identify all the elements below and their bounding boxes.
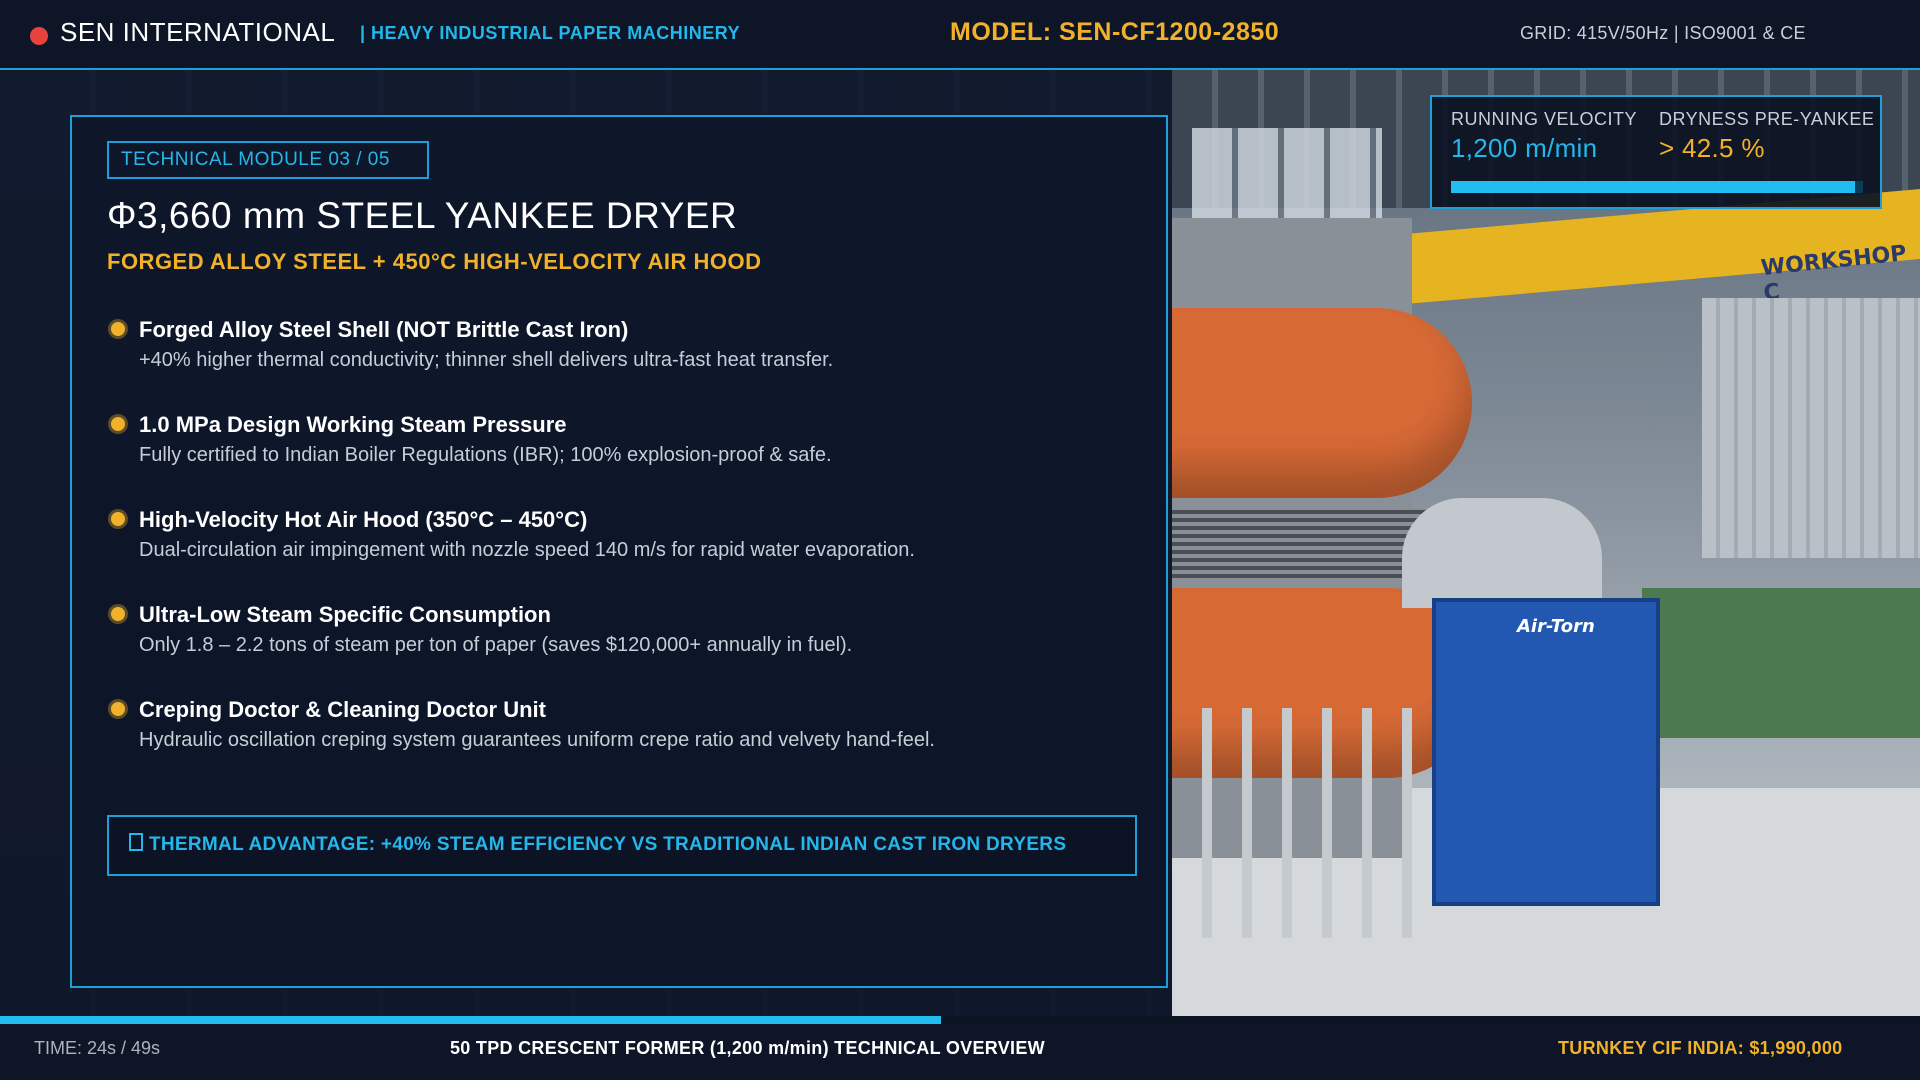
playback-progress-fill (0, 1016, 941, 1024)
brand-name: SEN INTERNATIONAL (60, 17, 336, 47)
gold-dot-icon (111, 702, 125, 716)
playback-progress-track[interactable] (0, 1016, 1920, 1024)
dryness-label: DRYNESS PRE-YANKEE (1659, 109, 1875, 129)
feature-title: 1.0 MPa Design Working Steam Pressure (139, 412, 567, 437)
metric-bar-track (1451, 181, 1863, 193)
blower-label: Air-Torn (1517, 616, 1595, 637)
feature-description: +40% higher thermal conductivity; thinne… (139, 349, 834, 371)
blue-blower-unit (1432, 598, 1660, 906)
feature-title: Creping Doctor & Cleaning Doctor Unit (139, 697, 546, 722)
feature-description: Hydraulic oscillation creping system gua… (139, 729, 935, 751)
dryness-value: > 42.5 % (1659, 133, 1765, 163)
gold-dot-icon (111, 512, 125, 526)
green-machinery (1642, 588, 1920, 738)
advantage-text: THERMAL ADVANTAGE: +40% STEAM EFFICIENCY… (149, 834, 1067, 855)
technical-module-panel: TECHNICAL MODULE 03 / 05 Φ3,660 mm STEEL… (70, 115, 1168, 988)
feature-title: High-Velocity Hot Air Hood (350°C – 450°… (139, 507, 588, 532)
module-subtitle: FORGED ALLOY STEEL + 450°C HIGH-VELOCITY… (107, 249, 762, 274)
model-number: MODEL: SEN-CF1200-2850 (950, 18, 1280, 46)
orange-roll-upper (1172, 308, 1472, 498)
turnkey-price: TURNKEY CIF INDIA: $1,990,000 (1558, 1038, 1843, 1058)
feature-description: Only 1.8 – 2.2 tons of steam per ton of … (139, 634, 853, 656)
feature-description: Dual-circulation air impingement with no… (139, 539, 915, 561)
bottom-bar: TIME: 24s / 49s 50 TPD CRESCENT FORMER (… (0, 1016, 1920, 1080)
overview-title: 50 TPD CRESCENT FORMER (1,200 m/min) TEC… (450, 1038, 1045, 1058)
steam-pipes (1172, 708, 1412, 938)
module-tag: TECHNICAL MODULE 03 / 05 (107, 141, 429, 179)
metric-bar-fill (1451, 181, 1855, 193)
brand-tagline: | HEAVY INDUSTRIAL PAPER MACHINERY (360, 23, 741, 43)
square-outline-icon (129, 833, 143, 851)
gold-dot-icon (111, 417, 125, 431)
feature-title: Forged Alloy Steel Shell (NOT Brittle Ca… (139, 317, 629, 342)
background-factory-photo: WORKSHOP C Air-Torn (1172, 68, 1920, 1016)
gold-dot-icon (111, 607, 125, 621)
velocity-label: RUNNING VELOCITY (1451, 109, 1638, 129)
module-title: Φ3,660 mm STEEL YANKEE DRYER (107, 195, 738, 236)
red-dot-icon (30, 27, 48, 45)
grid-spec: GRID: 415V/50Hz | ISO9001 & CE (1520, 23, 1806, 43)
factory-wall (1702, 298, 1920, 558)
time-readout: TIME: 24s / 49s (34, 1038, 161, 1058)
feature-description: Fully certified to Indian Boiler Regulat… (139, 444, 832, 466)
gold-dot-icon (111, 322, 125, 336)
feature-title: Ultra-Low Steam Specific Consumption (139, 602, 551, 627)
air-duct (1402, 498, 1602, 608)
velocity-value: 1,200 m/min (1451, 133, 1598, 163)
roll-gap-mechanism (1172, 508, 1432, 578)
metrics-panel: RUNNING VELOCITY 1,200 m/min DRYNESS PRE… (1430, 95, 1882, 209)
top-bar: SEN INTERNATIONAL | HEAVY INDUSTRIAL PAP… (0, 0, 1920, 70)
thermal-advantage-banner: THERMAL ADVANTAGE: +40% STEAM EFFICIENCY… (107, 815, 1137, 876)
